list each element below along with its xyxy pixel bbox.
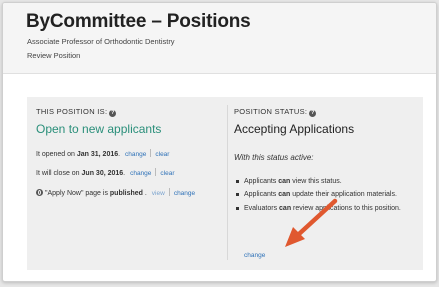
page-header: ByCommittee – Positions Associate Profes… [3, 3, 436, 74]
opened-prefix: It opened on [36, 151, 77, 158]
opened-change-link[interactable]: change [125, 151, 146, 158]
opened-suffix: . [118, 151, 121, 158]
panel-divider [227, 105, 228, 260]
window-frame: ByCommittee – Positions Associate Profes… [2, 2, 437, 282]
list-item: Applicants can view this status. [234, 175, 414, 188]
globe-icon [36, 189, 43, 196]
opened-clear-link[interactable]: clear [155, 151, 169, 158]
apply-now-row: "Apply Now" page is published . view chan… [36, 188, 195, 197]
info-icon[interactable]: ? [109, 110, 117, 117]
apply-change-link[interactable]: change [174, 190, 195, 197]
link-separator [150, 149, 152, 157]
position-status-label: POSITION STATUS: [234, 107, 308, 116]
position-is-heading: THIS POSITION IS:? [36, 107, 117, 117]
bullet-bold: can [278, 191, 291, 199]
opened-date: Jan 31, 2016 [76, 151, 119, 158]
bullet-pre: Evaluators [244, 204, 280, 212]
apply-state: published [109, 190, 143, 197]
status-bullet-list: Applicants can view this status. Applica… [234, 175, 414, 215]
bullet-pre: Applicants [244, 178, 279, 185]
apply-view-link[interactable]: view [152, 190, 165, 197]
position-status-heading: POSITION STATUS:? [234, 107, 317, 117]
page-title: ByCommittee – Positions [26, 11, 251, 32]
position-is-label: THIS POSITION IS: [36, 107, 108, 116]
with-status-label: With this status active: [234, 153, 314, 162]
apply-prefix: "Apply Now" page is [45, 190, 110, 197]
close-suffix: . [123, 170, 126, 177]
link-separator [155, 168, 157, 176]
position-subtitle: Associate Professor of Orthodontic Denti… [27, 37, 175, 46]
bullet-post: review applications to this position. [291, 204, 401, 212]
accepting-status-title: Accepting Applications [234, 122, 355, 136]
bullet-bold: can [278, 178, 291, 185]
status-change-link[interactable]: change [244, 252, 265, 259]
link-separator [168, 188, 170, 196]
bullet-post: update their application materials. [290, 191, 397, 199]
breadcrumb: Review Position [27, 51, 81, 60]
list-item: Evaluators can review applications to th… [234, 202, 414, 215]
info-icon[interactable]: ? [309, 110, 317, 117]
close-prefix: It will close on [36, 170, 82, 177]
opened-row: It opened on Jan 31, 2016. change clear [36, 149, 169, 158]
bullet-bold: can [279, 204, 292, 212]
open-status-title: Open to new applicants [36, 122, 162, 136]
apply-suffix: . [142, 190, 147, 197]
position-panel: THIS POSITION IS:? Open to new applicant… [27, 97, 423, 270]
bullet-pre: Applicants [244, 191, 279, 199]
close-change-link[interactable]: change [130, 170, 151, 177]
list-item: Applicants can update their application … [234, 188, 414, 201]
bullet-post: view this status. [290, 178, 342, 185]
close-row: It will close on Jun 30, 2016. change cle… [36, 168, 175, 177]
close-clear-link[interactable]: clear [160, 170, 174, 177]
close-date: Jun 30, 2016 [81, 170, 124, 177]
